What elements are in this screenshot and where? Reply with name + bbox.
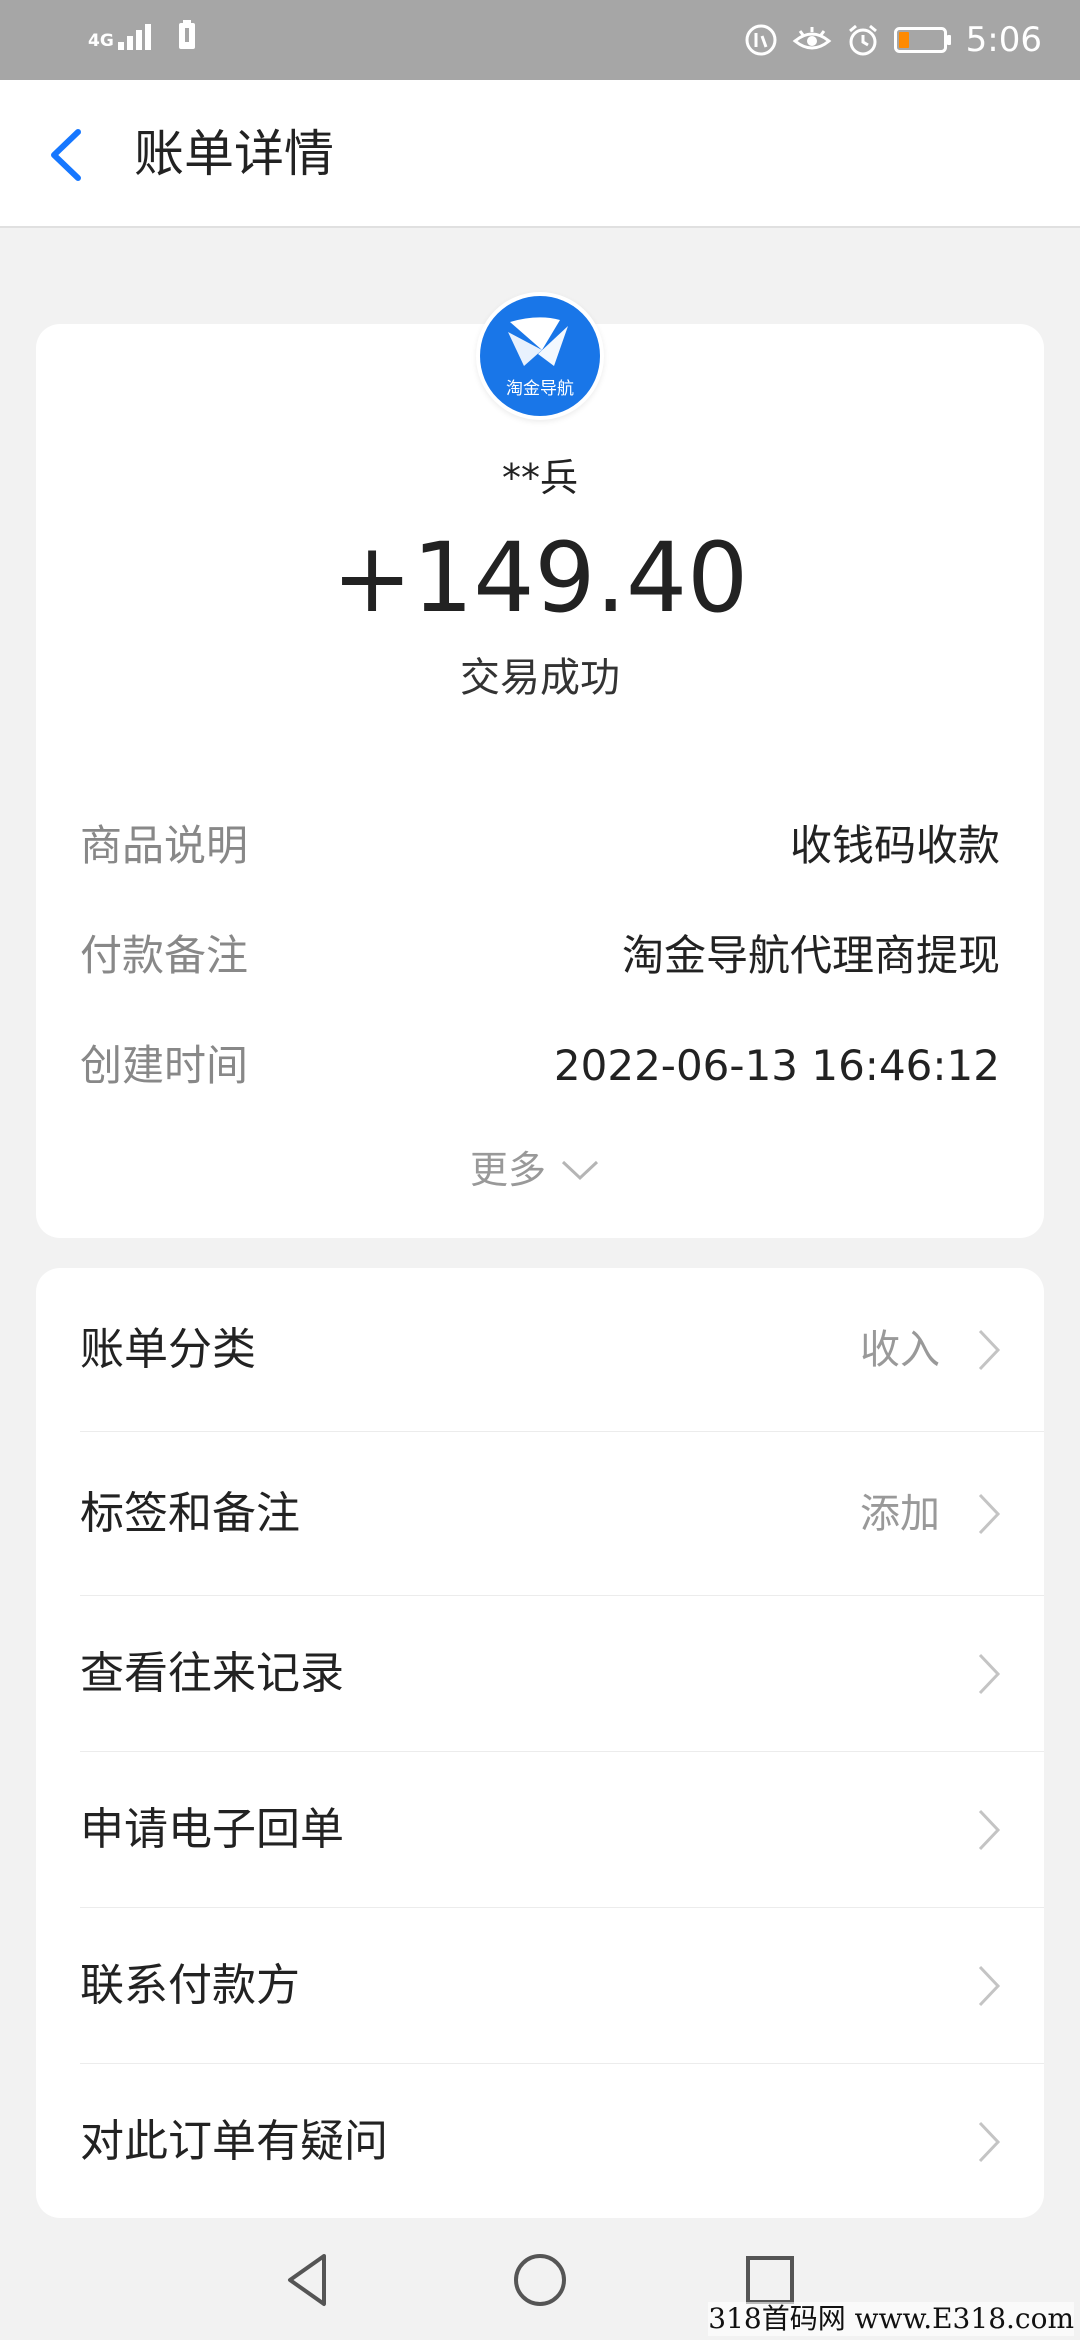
menu-label: 标签和备注 — [80, 1488, 300, 1539]
network-type: 4G — [88, 31, 114, 51]
status-left: 4G — [88, 20, 196, 50]
payer-name: **兵 — [501, 456, 578, 500]
clock: 5:06 — [965, 20, 1042, 60]
menu-order-question[interactable]: 对此订单有疑问 — [36, 2064, 1044, 2218]
nav-home-icon[interactable] — [508, 2248, 572, 2312]
watermark: 318首码网 www.E318.com — [708, 2302, 1074, 2336]
detail-row-remark: 付款备注 淘金导航代理商提现 — [80, 926, 1000, 986]
detail-row-created-time: 创建时间 2022-06-13 16:46:12 — [80, 1036, 1000, 1096]
menu-e-receipt[interactable]: 申请电子回单 — [36, 1752, 1044, 1908]
back-button[interactable] — [40, 120, 100, 190]
sim-battery-icon — [178, 20, 195, 49]
payee-avatar: 淘金导航 — [476, 292, 604, 420]
chevron-down-icon — [561, 1160, 599, 1181]
detail-label: 创建时间 — [80, 1041, 249, 1090]
eye-comfort-icon — [792, 27, 832, 50]
payee-logo: 淘金导航 — [480, 296, 600, 416]
header: 账单详情 — [0, 80, 1080, 228]
menu-value: 添加 — [860, 1491, 940, 1537]
detail-label: 付款备注 — [80, 931, 249, 980]
more-button[interactable]: 更多 — [470, 1140, 600, 1200]
chevron-right-icon — [978, 1965, 1001, 2007]
page-title: 账单详情 — [134, 125, 334, 183]
nav-back-icon[interactable] — [276, 2248, 340, 2312]
chevron-right-icon — [978, 2121, 1001, 2163]
alarm-icon — [848, 24, 877, 56]
status-bar: 4G 5:06 — [0, 0, 1080, 80]
chevron-right-icon — [978, 1493, 1001, 1535]
menu-contact-payer[interactable]: 联系付款方 — [36, 1908, 1044, 2064]
chevron-right-icon — [978, 1653, 1001, 1695]
payee-logo-text: 淘金导航 — [506, 379, 574, 399]
menu-label: 联系付款方 — [80, 1960, 300, 2011]
menu-label: 对此订单有疑问 — [80, 2116, 388, 2167]
detail-row-product: 商品说明 收钱码收款 — [80, 816, 1000, 876]
detail-label: 商品说明 — [80, 821, 249, 870]
menu-view-history[interactable]: 查看往来记录 — [36, 1596, 1044, 1752]
data-saver-icon — [745, 24, 777, 56]
signal-icon: 4G — [88, 20, 162, 50]
menu-value: 收入 — [860, 1327, 940, 1373]
chevron-right-icon — [978, 1809, 1001, 1851]
detail-value: 2022-06-13 16:46:12 — [553, 1041, 1000, 1090]
menu-label: 申请电子回单 — [80, 1804, 344, 1855]
back-arrow-icon — [51, 129, 81, 181]
menu-label: 查看往来记录 — [80, 1648, 344, 1699]
more-label: 更多 — [470, 1148, 547, 1192]
transaction-amount: +149.40 — [331, 522, 749, 634]
menu-bill-category[interactable]: 账单分类 收入 — [36, 1268, 1044, 1432]
menu-label: 账单分类 — [80, 1324, 256, 1375]
menu-tags-notes[interactable]: 标签和备注 添加 — [36, 1432, 1044, 1596]
detail-value: 收钱码收款 — [789, 821, 1000, 870]
detail-value: 淘金导航代理商提现 — [621, 931, 1000, 980]
transaction-status: 交易成功 — [460, 655, 620, 701]
chevron-right-icon — [978, 1329, 1001, 1371]
battery-icon — [893, 27, 951, 53]
status-right: 5:06 — [744, 16, 1042, 64]
